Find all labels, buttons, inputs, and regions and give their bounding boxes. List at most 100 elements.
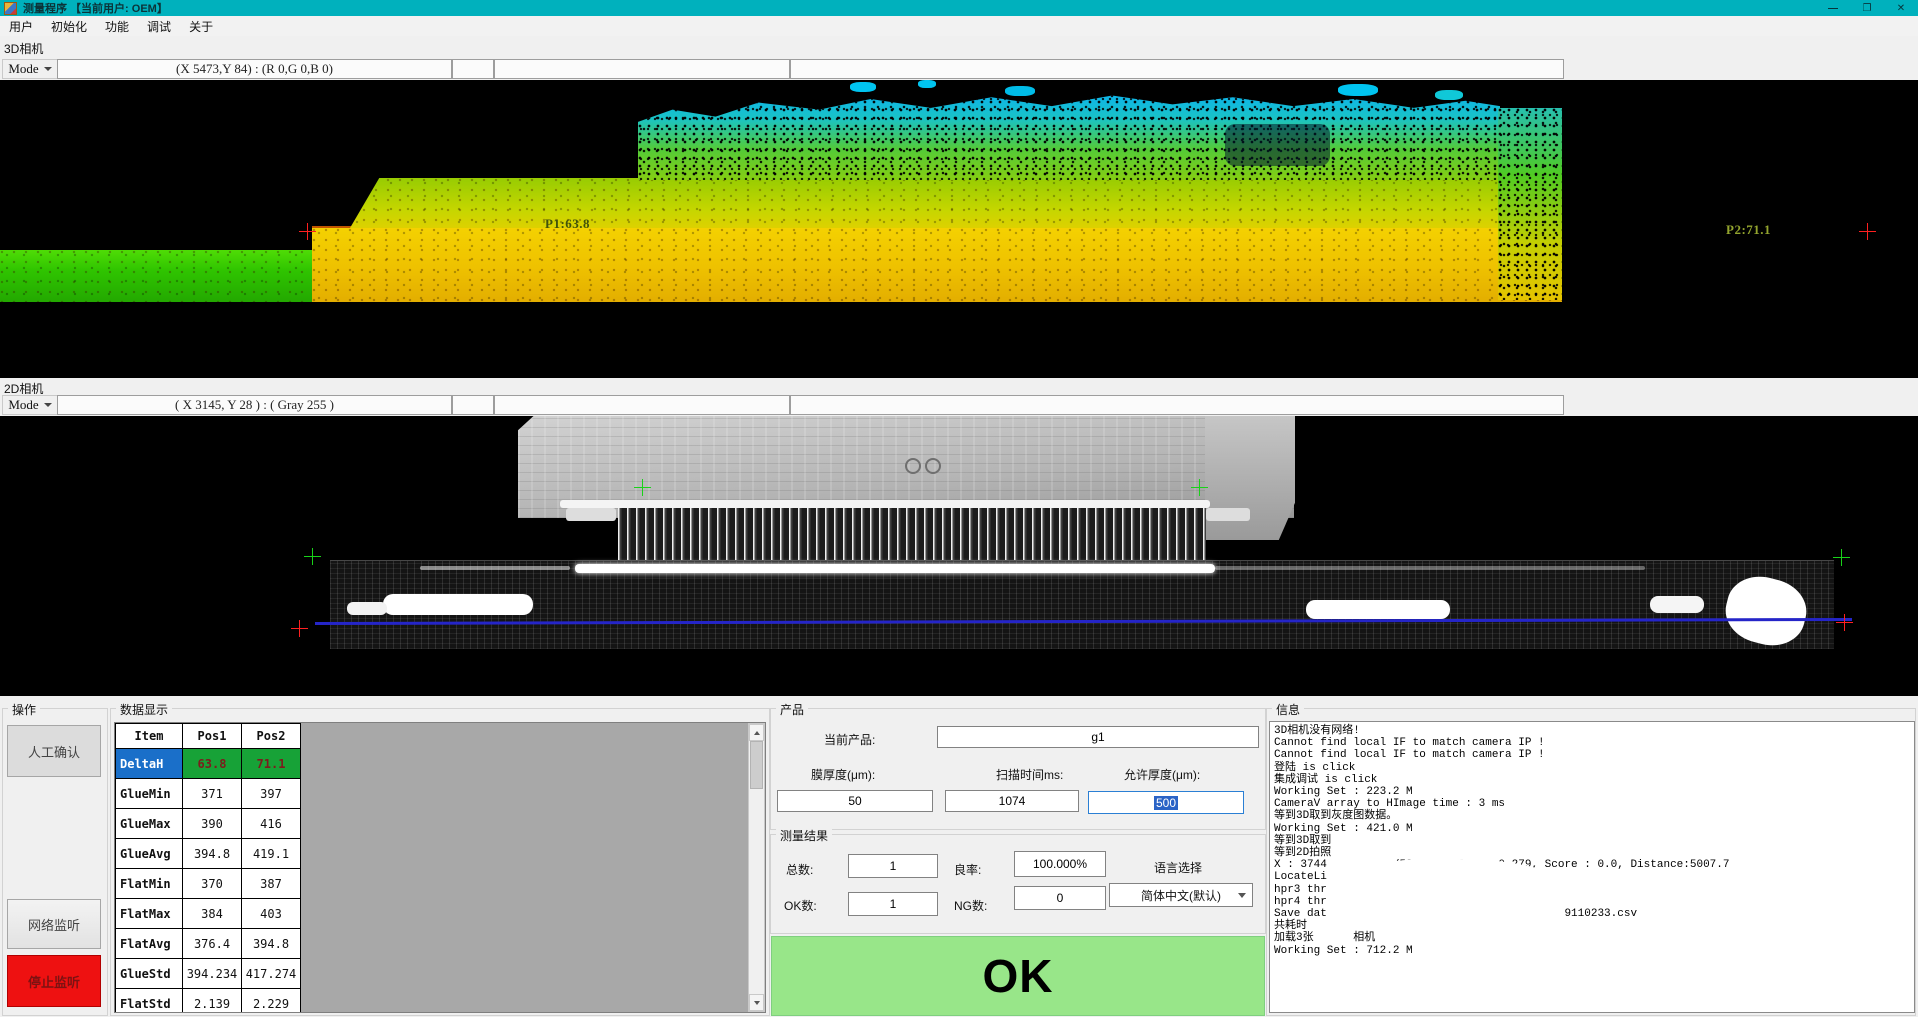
menu-item[interactable]: 用户 — [9, 18, 33, 35]
data-table-scrollbar[interactable] — [748, 723, 765, 1012]
camera2d-status-segment — [790, 395, 1564, 415]
alignment-cross-green — [1833, 549, 1850, 566]
base-bar — [330, 560, 1834, 649]
table-row[interactable]: DeltaH63.871.1 — [116, 749, 301, 779]
camera3d-mode-bar: Mode (X 5473,Y 84) : (R 0,G 0,B 0) — [0, 58, 1918, 80]
cell-pos1: 394.234 — [183, 959, 242, 989]
column-pos2[interactable]: Pos2 — [242, 724, 301, 749]
title-bar: 测量程序 【当前用户: OEM】 — ❐ ✕ — [0, 0, 1918, 16]
film-thickness-input[interactable] — [777, 790, 933, 812]
product-group: 产品 当前产品: 膜厚度(μm): 扫描时间ms: 允许厚度(μm): 500 — [770, 708, 1266, 830]
menu-item[interactable]: 关于 — [189, 18, 213, 35]
connector-side-tab — [566, 508, 616, 521]
glue-blob-white — [1306, 600, 1450, 619]
glue-blob-white — [1650, 596, 1704, 613]
yield-label: 良率: — [954, 861, 981, 878]
chevron-down-icon — [44, 67, 52, 71]
film-thickness-label: 膜厚度(μm): — [811, 766, 875, 783]
column-pos1[interactable]: Pos1 — [183, 724, 242, 749]
glue-blob-white — [383, 594, 533, 615]
data-display-group-label: 数据显示 — [116, 701, 172, 718]
minimize-icon[interactable]: — — [1816, 0, 1850, 16]
menu-item[interactable]: 功能 — [105, 18, 129, 35]
cross-line — [307, 223, 309, 240]
triangle-up — [754, 731, 760, 735]
ok-count-label: OK数: — [784, 897, 817, 914]
cell-item: GlueStd — [116, 959, 183, 989]
menu-item[interactable]: 调试 — [147, 18, 171, 35]
base-highlight-strip — [1215, 566, 1645, 570]
triangle-down — [754, 1001, 760, 1005]
table-row[interactable]: FlatMin370387 — [116, 869, 301, 899]
table-row[interactable]: GlueMax390416 — [116, 809, 301, 839]
maximize-icon[interactable]: ❐ — [1850, 0, 1884, 16]
log-line: CameraV array to HImage time : 3 ms — [1274, 798, 1910, 810]
network-listen-button[interactable]: 网络监听 — [7, 899, 101, 949]
ng-count-box: 0 — [1014, 886, 1106, 910]
log-line: 3D相机没有网络! — [1274, 725, 1910, 737]
application-window: 测量程序 【当前用户: OEM】 — ❐ ✕ 用户初始化功能调试关于 3D相机 … — [0, 0, 1918, 1017]
cell-item: DeltaH — [116, 749, 183, 779]
stop-listen-button[interactable]: 停止监听 — [7, 955, 101, 1007]
table-row[interactable]: FlatStd2.1392.229 — [116, 989, 301, 1014]
close-icon[interactable]: ✕ — [1884, 0, 1918, 16]
mode-button-label: Mode — [8, 61, 38, 77]
language-select[interactable]: 简体中文(默认) — [1109, 883, 1253, 907]
scroll-down-icon[interactable] — [749, 994, 764, 1011]
connector-side-tab — [1206, 508, 1250, 521]
log-line: 集成调试 is click — [1274, 774, 1910, 786]
camera2d-viewport[interactable] — [0, 416, 1918, 696]
cross-line — [1833, 557, 1850, 559]
log-line: Working Set : 223.2 M — [1274, 786, 1910, 798]
redaction-blob — [1329, 859, 1564, 921]
table-row[interactable]: FlatAvg376.4394.8 — [116, 929, 301, 959]
cell-pos2: 394.8 — [242, 929, 301, 959]
allow-thickness-input[interactable]: 500 — [1088, 791, 1244, 814]
pointcloud-mid-band — [350, 178, 1520, 228]
log-line: 等到2D拍照 — [1274, 847, 1910, 859]
connector-top-highlight — [560, 500, 1210, 508]
camera2d-mode-button[interactable]: Mode — [2, 395, 58, 415]
table-row[interactable]: FlatMax384403 — [116, 899, 301, 929]
allow-thickness-label: 允许厚度(μm): — [1124, 766, 1200, 783]
table-row[interactable]: GlueStd394.234417.274 — [116, 959, 301, 989]
camera2d-status-segment — [452, 395, 494, 415]
column-item[interactable]: Item — [116, 724, 183, 749]
alignment-cross-red — [1859, 223, 1876, 240]
scan-time-input[interactable] — [945, 790, 1079, 812]
camera2d-mode-bar: Mode ( X 3145, Y 28 ) : ( Gray 255 ) — [0, 394, 1918, 416]
data-display-container: Item Pos1 Pos2 DeltaH63.871.1GlueMin3713… — [114, 722, 766, 1013]
pointcloud-cyan-speck — [1005, 86, 1035, 96]
mode-button-label: Mode — [8, 397, 38, 413]
camera3d-viewport[interactable]: P1:63.8 P2:71.1 — [0, 80, 1918, 378]
scroll-up-icon[interactable] — [749, 724, 764, 741]
menu-item[interactable]: 初始化 — [51, 18, 87, 35]
cell-item: FlatStd — [116, 989, 183, 1014]
pointcloud-left-green-bar — [0, 250, 312, 302]
camera3d-mode-button[interactable]: Mode — [2, 59, 58, 79]
cell-pos1: 384 — [183, 899, 242, 929]
cell-pos2: 71.1 — [242, 749, 301, 779]
table-header-row: Item Pos1 Pos2 — [116, 724, 301, 749]
cell-pos2: 2.229 — [242, 989, 301, 1014]
cross-line — [291, 628, 308, 630]
data-table-body: DeltaH63.871.1GlueMin371397GlueMax390416… — [116, 749, 301, 1014]
pcb-fiducial-ring — [905, 458, 921, 474]
manual-confirm-button[interactable]: 人工确认 — [7, 725, 101, 777]
p2-measure-label: P2:71.1 — [1726, 222, 1771, 238]
log-line: Working Set : 421.0 M — [1274, 823, 1910, 835]
cross-line — [1859, 231, 1876, 233]
cell-pos1: 394.8 — [183, 839, 242, 869]
table-row[interactable]: GlueMin371397 — [116, 779, 301, 809]
operation-group-label: 操作 — [8, 701, 40, 718]
cell-pos1: 63.8 — [183, 749, 242, 779]
log-line: 登陆 is click — [1274, 762, 1910, 774]
pcb-right-extension — [1205, 416, 1295, 540]
ok-count-box: 1 — [848, 892, 938, 916]
current-product-input[interactable] — [937, 726, 1259, 748]
cross-line — [1841, 549, 1843, 566]
table-row[interactable]: GlueAvg394.8419.1 — [116, 839, 301, 869]
scrollbar-thumb[interactable] — [750, 741, 763, 789]
total-label: 总数: — [786, 861, 813, 878]
log-line: Working Set : 712.2 M — [1274, 945, 1910, 957]
